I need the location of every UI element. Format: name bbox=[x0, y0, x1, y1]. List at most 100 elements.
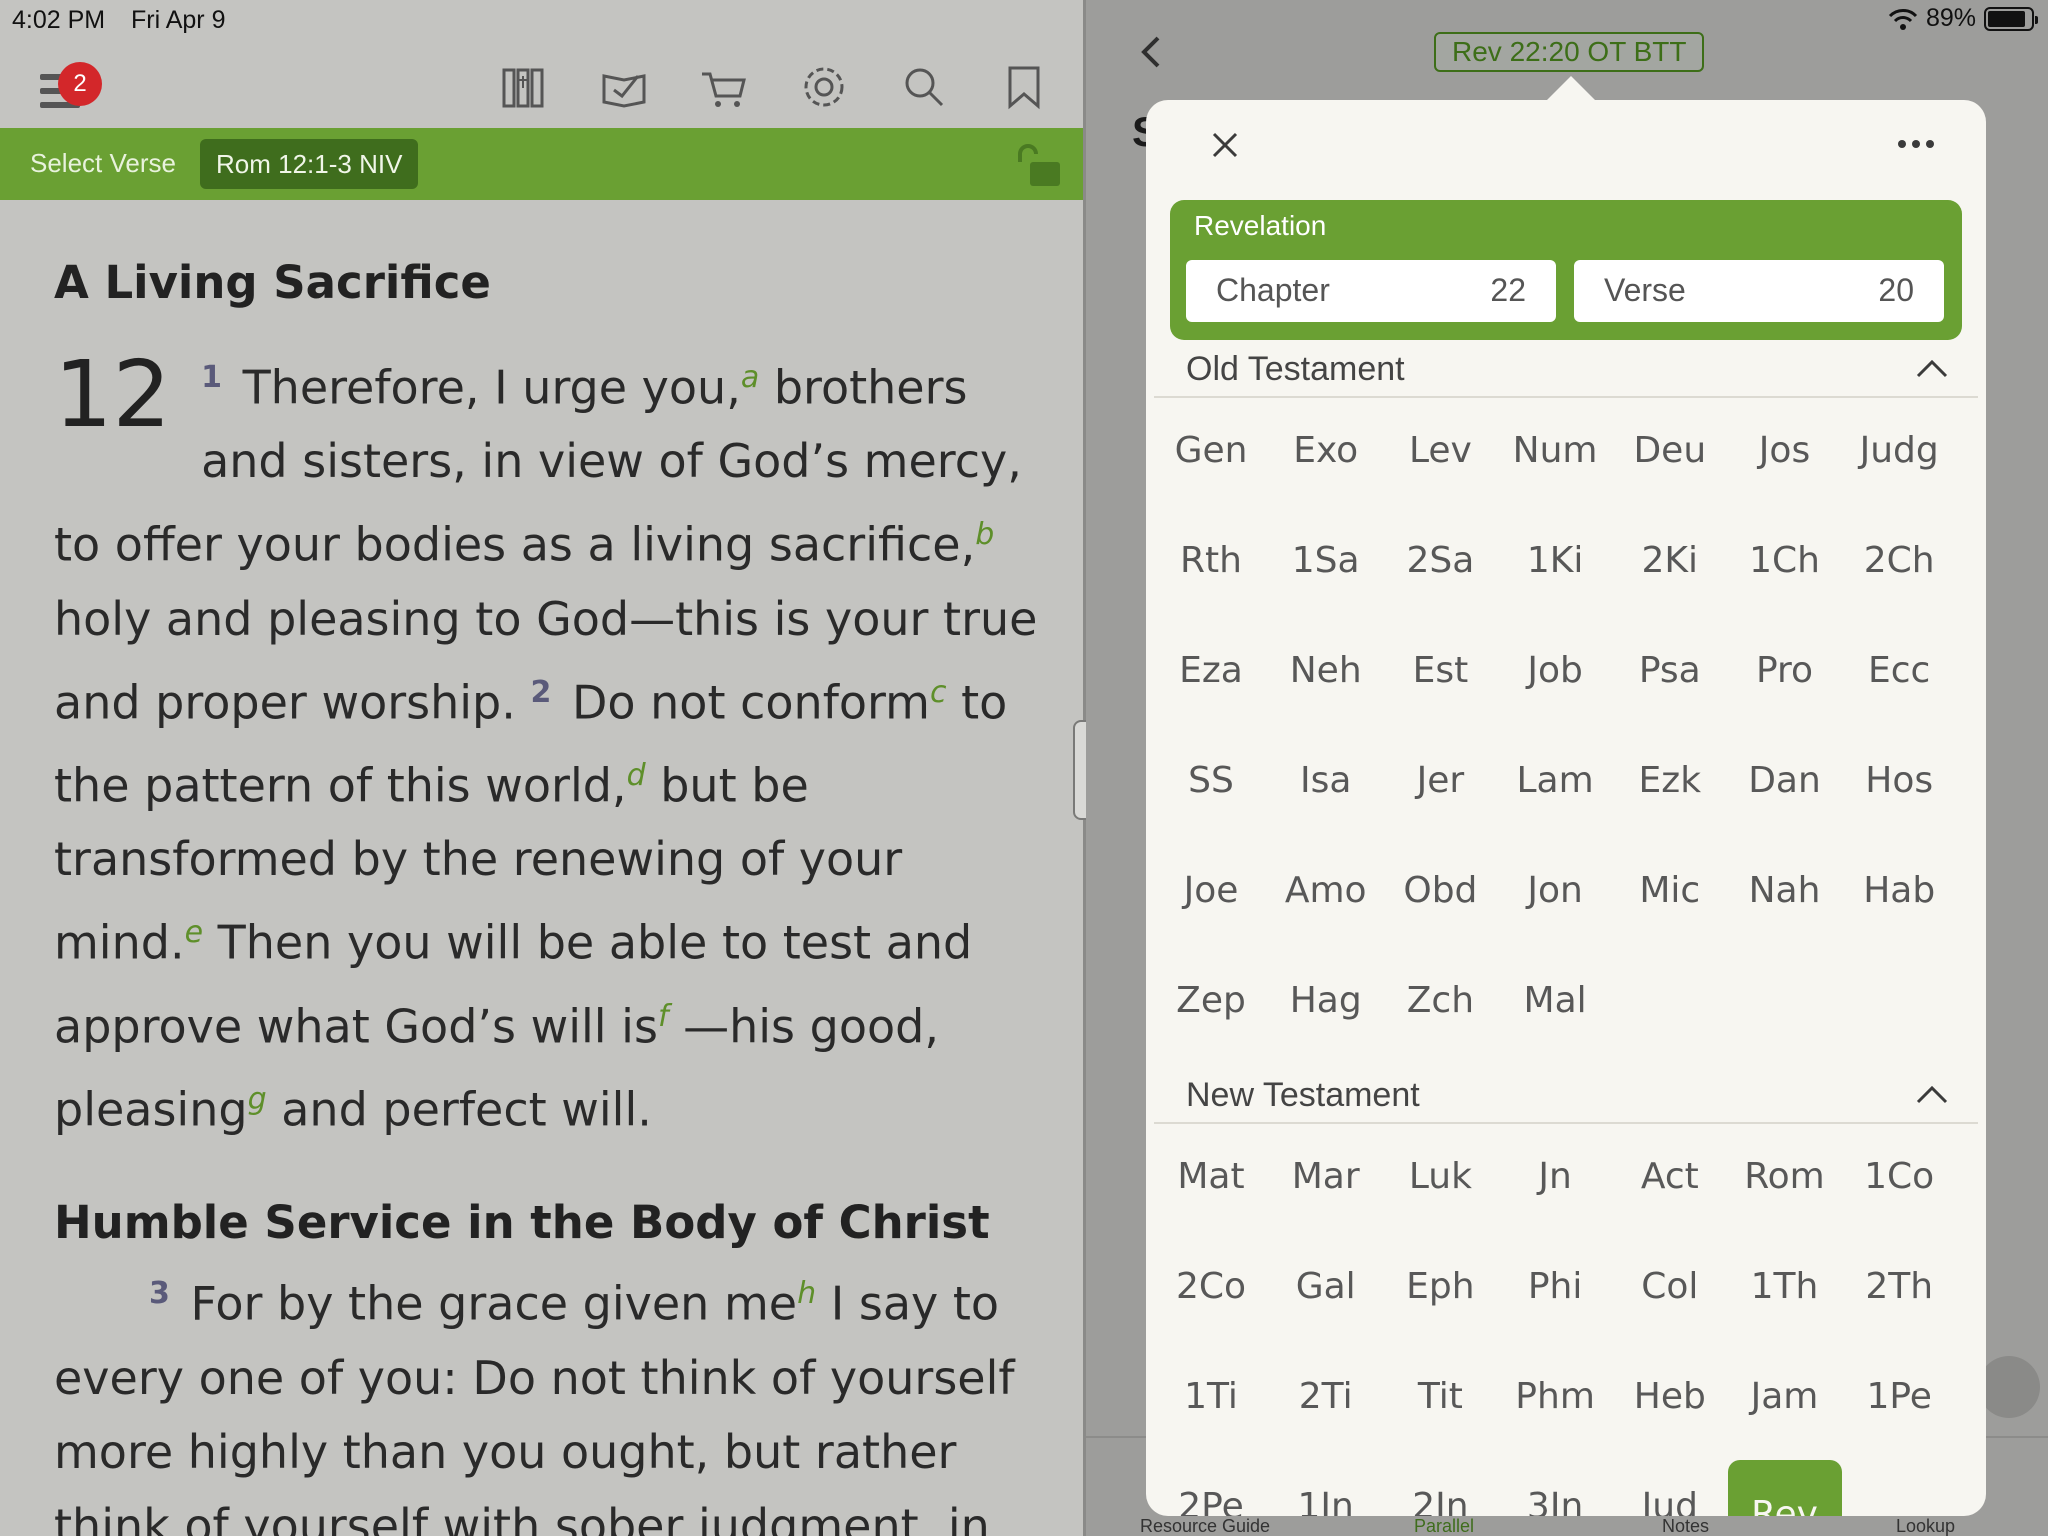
book-1sa[interactable]: 1Sa bbox=[1269, 540, 1383, 596]
book-2pe[interactable]: 2Pe bbox=[1154, 1486, 1268, 1516]
book-exo[interactable]: Exo bbox=[1269, 430, 1383, 486]
footnote-marker[interactable]: h bbox=[797, 1276, 816, 1311]
book-rth[interactable]: Rth bbox=[1154, 540, 1268, 596]
book-jon[interactable]: Jon bbox=[1498, 870, 1612, 926]
book-act[interactable]: Act bbox=[1613, 1156, 1727, 1212]
book-jn[interactable]: Jn bbox=[1498, 1156, 1612, 1212]
tab-resource-guide[interactable]: Resource Guide bbox=[1140, 1516, 1270, 1536]
new-testament-header[interactable]: New Testament bbox=[1154, 1072, 1978, 1124]
book-2ti[interactable]: 2Ti bbox=[1269, 1376, 1383, 1432]
book-phm[interactable]: Phm bbox=[1498, 1376, 1612, 1432]
book-rom[interactable]: Rom bbox=[1728, 1156, 1842, 1212]
reference-chip[interactable]: Rom 12:1-3 NIV bbox=[200, 139, 419, 189]
book-col[interactable]: Col bbox=[1613, 1266, 1727, 1322]
book-eph[interactable]: Eph bbox=[1383, 1266, 1497, 1322]
book-dan[interactable]: Dan bbox=[1728, 760, 1842, 816]
footnote-marker[interactable]: c bbox=[930, 675, 947, 710]
book-deu[interactable]: Deu bbox=[1613, 430, 1727, 486]
search-icon[interactable] bbox=[900, 62, 948, 112]
book-obd[interactable]: Obd bbox=[1383, 870, 1497, 926]
unlock-icon[interactable] bbox=[1016, 144, 1062, 188]
chevron-up-icon[interactable] bbox=[1914, 1082, 1950, 1106]
book-isa[interactable]: Isa bbox=[1269, 760, 1383, 816]
old-testament-header[interactable]: Old Testament bbox=[1154, 346, 1978, 398]
book-2co[interactable]: 2Co bbox=[1154, 1266, 1268, 1322]
book-judg[interactable]: Judg bbox=[1842, 430, 1956, 486]
book-lam[interactable]: Lam bbox=[1498, 760, 1612, 816]
back-chevron-icon[interactable] bbox=[1136, 32, 1166, 72]
book-hos[interactable]: Hos bbox=[1842, 760, 1956, 816]
chevron-up-icon[interactable] bbox=[1914, 356, 1950, 380]
book-ecc[interactable]: Ecc bbox=[1842, 650, 1956, 706]
book-zch[interactable]: Zch bbox=[1383, 980, 1497, 1036]
footnote-marker[interactable]: e bbox=[185, 915, 203, 950]
more-options-icon[interactable] bbox=[1898, 136, 1938, 152]
book-num[interactable]: Num bbox=[1498, 430, 1612, 486]
footnote-marker[interactable]: f bbox=[658, 999, 669, 1034]
book-amo[interactable]: Amo bbox=[1269, 870, 1383, 926]
book-mat[interactable]: Mat bbox=[1154, 1156, 1268, 1212]
book-nah[interactable]: Nah bbox=[1728, 870, 1842, 926]
book-hab[interactable]: Hab bbox=[1842, 870, 1956, 926]
book-eza[interactable]: Eza bbox=[1154, 650, 1268, 706]
settings-icon[interactable] bbox=[800, 62, 848, 112]
book-mar[interactable]: Mar bbox=[1269, 1156, 1383, 1212]
book-hag[interactable]: Hag bbox=[1269, 980, 1383, 1036]
book-pro[interactable]: Pro bbox=[1728, 650, 1842, 706]
verse-field[interactable]: Verse 20 bbox=[1574, 260, 1944, 322]
chapter-field[interactable]: Chapter 22 bbox=[1186, 260, 1556, 322]
book-1ti[interactable]: 1Ti bbox=[1154, 1376, 1268, 1432]
book-jos[interactable]: Jos bbox=[1728, 430, 1842, 486]
book-2ch[interactable]: 2Ch bbox=[1842, 540, 1956, 596]
book-jam[interactable]: Jam bbox=[1728, 1376, 1842, 1432]
floating-link-icon[interactable] bbox=[1978, 1356, 2040, 1418]
book-est[interactable]: Est bbox=[1383, 650, 1497, 706]
footnote-marker[interactable]: b bbox=[975, 517, 994, 552]
tab-parallel[interactable]: Parallel bbox=[1414, 1516, 1474, 1536]
bookmark-icon[interactable] bbox=[1000, 62, 1048, 112]
book-heb[interactable]: Heb bbox=[1613, 1376, 1727, 1432]
book-luk[interactable]: Luk bbox=[1383, 1156, 1497, 1212]
tab-lookup[interactable]: Lookup bbox=[1896, 1516, 1955, 1536]
select-verse-button[interactable]: Select Verse bbox=[30, 148, 176, 179]
book-1pe[interactable]: 1Pe bbox=[1842, 1376, 1956, 1432]
book-tit[interactable]: Tit bbox=[1383, 1376, 1497, 1432]
library-icon[interactable] bbox=[500, 62, 548, 112]
book-2jn[interactable]: 2Jn bbox=[1383, 1486, 1497, 1516]
book-1jn[interactable]: 1Jn bbox=[1269, 1486, 1383, 1516]
book-3jn[interactable]: 3Jn bbox=[1498, 1486, 1612, 1516]
book-1co[interactable]: 1Co bbox=[1842, 1156, 1956, 1212]
footnote-marker[interactable]: a bbox=[741, 360, 759, 395]
menu-button[interactable]: 2 bbox=[36, 60, 102, 114]
book-psa[interactable]: Psa bbox=[1613, 650, 1727, 706]
book-2sa[interactable]: 2Sa bbox=[1383, 540, 1497, 596]
tab-notes[interactable]: Notes bbox=[1662, 1516, 1709, 1536]
book-2th[interactable]: 2Th bbox=[1842, 1266, 1956, 1322]
cart-icon[interactable] bbox=[700, 62, 748, 112]
book-jer[interactable]: Jer bbox=[1383, 760, 1497, 816]
close-icon[interactable] bbox=[1210, 130, 1240, 160]
verse-number[interactable]: 2 bbox=[530, 675, 551, 710]
book-rev[interactable]: Rev bbox=[1727, 1460, 1842, 1516]
book-mic[interactable]: Mic bbox=[1613, 870, 1727, 926]
reference-badge[interactable]: Rev 22:20 OT BTT bbox=[1434, 32, 1705, 72]
book-phi[interactable]: Phi bbox=[1498, 1266, 1612, 1322]
book-ezk[interactable]: Ezk bbox=[1613, 760, 1727, 816]
reading-plan-icon[interactable] bbox=[600, 62, 648, 112]
verse-number[interactable]: 1 bbox=[201, 360, 222, 395]
book-joe[interactable]: Joe bbox=[1154, 870, 1268, 926]
book-2ki[interactable]: 2Ki bbox=[1613, 540, 1727, 596]
book-mal[interactable]: Mal bbox=[1498, 980, 1612, 1036]
book-lev[interactable]: Lev bbox=[1383, 430, 1497, 486]
book-gen[interactable]: Gen bbox=[1154, 430, 1268, 486]
book-ss[interactable]: SS bbox=[1154, 760, 1268, 816]
book-zep[interactable]: Zep bbox=[1154, 980, 1268, 1036]
book-job[interactable]: Job bbox=[1498, 650, 1612, 706]
book-gal[interactable]: Gal bbox=[1269, 1266, 1383, 1322]
book-1th[interactable]: 1Th bbox=[1728, 1266, 1842, 1322]
book-neh[interactable]: Neh bbox=[1269, 650, 1383, 706]
book-jud[interactable]: Jud bbox=[1613, 1486, 1727, 1516]
verse-number[interactable]: 3 bbox=[149, 1276, 170, 1311]
book-1ch[interactable]: 1Ch bbox=[1728, 540, 1842, 596]
book-1ki[interactable]: 1Ki bbox=[1498, 540, 1612, 596]
